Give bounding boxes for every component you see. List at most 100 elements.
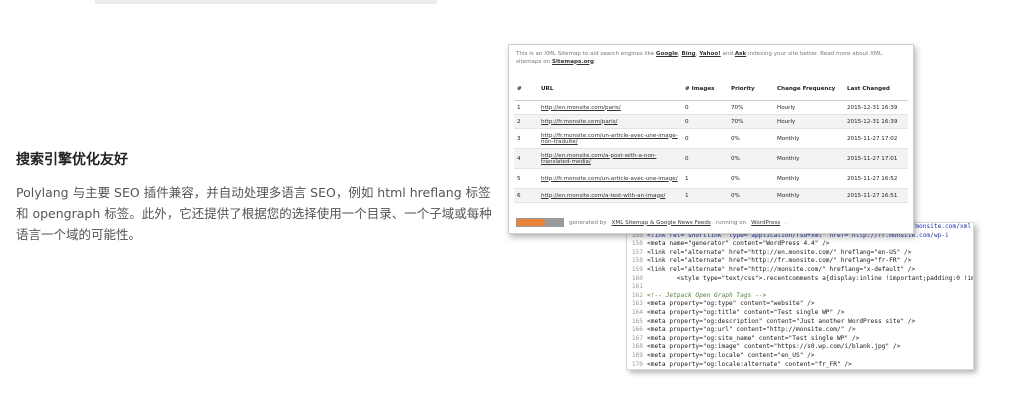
col-images: # Images [682,78,728,101]
code-text: <meta property="og:url" content="http://… [647,326,856,334]
ask-link[interactable]: Ask [735,51,746,57]
code-text: <link rel="alternate" href="http://fr.mo… [647,257,912,265]
cell-frequency: Hourly [774,114,844,129]
intro-text: This is an XML Sitemap to aid search eng… [516,51,655,57]
xml-sitemap-screenshot: This is an XML Sitemap to aid search eng… [508,44,914,234]
cell-frequency: Monthly [774,188,844,203]
line-number: 166 [631,326,643,334]
cell-url[interactable]: http://fr.monsite.com/paris/ [538,114,682,129]
table-row: 3 http://fr.monsite.com/un-article-avec-u… [514,128,908,149]
footer-generated-by: generated by [569,219,607,226]
cell-url[interactable]: http://en.monsite.com/a-post-with-a-non-… [538,148,682,169]
code-line: 169 <meta property="og:locale" content="e… [627,352,973,361]
cell-num: 3 [514,128,538,149]
table-row: 6 http://en.monsite.com/a-test-with-an-im… [514,188,908,203]
yahoo-link[interactable]: Yahoo! [699,51,721,57]
cell-priority: 0% [728,128,774,149]
cell-url[interactable]: http://en.monsite.com/paris/ [538,100,682,115]
code-text: <link rel="alternate" href="http://en.mo… [647,248,912,256]
line-number: 171 [627,369,643,370]
line-number: 164 [631,308,643,316]
cell-images: 0 [682,114,728,129]
line-number: 170 [631,360,643,368]
cell-priority: 70% [728,114,774,129]
code-line: 171 <style type="text/css">#wpadminbar ul… [627,369,973,370]
code-line: 166 <meta property="og:url" content="http… [627,326,973,335]
cell-last-changed: 2015-11-27 17:02 [844,128,908,149]
cell-images: 0 [682,100,728,115]
cell-url[interactable]: http://en.monsite.com/a-test-with-an-ima… [538,188,682,203]
cell-num: 1 [514,100,538,115]
sitemaps-org-link[interactable]: Sitemaps.org [552,59,594,65]
cell-images: 0 [682,148,728,169]
line-number: 163 [631,300,643,308]
col-num: # [514,78,538,101]
code-text: <meta property="og:site_name" content="T… [647,334,860,342]
cell-url[interactable]: http://fr.monsite.com/un-article-avec-un… [538,128,682,149]
cell-priority: 0% [728,168,774,189]
code-text: <meta name="generator" content="WordPres… [647,240,830,248]
top-divider-bar [95,0,437,4]
feature-description: Polylang 与主要 SEO 插件兼容，并自动处理多语言 SEO，例如 ht… [16,185,492,242]
code-line: 158 <link rel="alternate" href="http://fr… [627,257,973,266]
sitemap-table: # URL # Images Priority Change Frequency… [514,78,908,203]
cell-num: 5 [514,168,538,189]
cell-num: 4 [514,148,538,169]
code-text: <meta property="og:locale" content="en_U… [647,351,815,359]
cell-frequency: Monthly [774,168,844,189]
bing-link[interactable]: Bing [681,51,695,57]
cell-images: 1 [682,168,728,189]
code-line: 164 <meta property="og:title" content="Te… [627,309,973,318]
cell-num: 2 [514,114,538,129]
table-row: 2 http://fr.monsite.com/paris/0 70% Hourly 2… [514,114,908,129]
code-line: 163 <meta property="og:type" content="web… [627,300,973,309]
code-text: <meta property="og:locale:alternate" con… [647,360,852,368]
cell-images: 1 [682,188,728,203]
cell-frequency: Hourly [774,100,844,115]
xml-sitemap-badge-icon [516,218,564,227]
wordpress-link[interactable]: WordPress [751,220,780,226]
code-text: <meta property="og:image" content="https… [647,343,901,351]
code-text: <!-- Jetpack Open Graph Tags --> [647,291,767,299]
code-text: <style type="text/css">.recentcomments a… [647,274,974,282]
code-text: <link rel="alternate" href="http://monsi… [647,265,916,273]
line-number: 162 [631,291,643,299]
table-row: 5 http://fr.monsite.com/un-article-avec-u… [514,168,908,189]
cell-priority: 0% [728,188,774,203]
col-url: URL [538,78,682,101]
line-number: 160 [631,274,643,282]
cell-url[interactable]: http://fr.monsite.com/un-article-avec-un… [538,168,682,189]
col-frequency: Change Frequency [774,78,844,101]
sitemap-footer: generated by XML Sitemap & Google News F… [516,218,787,227]
code-line: 159 <link rel="alternate" href="http://mo… [627,266,973,275]
cell-last-changed: 2015-12-31 16:39 [844,114,908,129]
code-line: 168 <meta property="og:image" content="ht… [627,343,973,352]
col-last-changed: Last Changed [844,78,908,101]
feature-title: 搜索引擎优化友好 [16,152,128,168]
table-row: 1 http://en.monsite.com/paris/0 70% Hourly 2… [514,100,908,115]
line-number: 157 [631,248,643,256]
code-line: 161 [627,283,973,292]
cell-last-changed: 2015-11-27 17:01 [844,148,908,169]
line-number: 161 [631,283,643,291]
col-priority: Priority [728,78,774,101]
line-number: 159 [631,265,643,273]
code-line: 156 <meta name="generator" content="WordP… [627,240,973,249]
cell-last-changed: 2015-12-31 16:39 [844,100,908,115]
cell-last-changed: 2015-11-27 16:51 [844,188,908,203]
footer-running-on: running on [715,219,747,226]
code-text: <meta property="og:type" content="websit… [647,300,815,308]
cell-priority: 0% [728,148,774,169]
code-line: 160 <style type="text/css">.recentcommen… [627,275,973,284]
code-text: <style type="text/css">#wpadminbar ul li… [647,369,974,370]
source-code-screenshot: <link rel="wlwmanifest" type="applicatio… [626,222,974,370]
line-number: 167 [631,334,643,342]
table-row: 4 http://en.monsite.com/a-post-with-a-non… [514,148,908,169]
code-line: 170 <meta property="og:locale:alternate" … [627,361,973,370]
code-line: 167 <meta property="og:site_name" content… [627,335,973,344]
google-link[interactable]: Google [656,51,678,57]
plugin-link[interactable]: XML Sitemap & Google News Feeds [612,220,711,226]
line-number: 156 [631,240,643,248]
code-line: 162 <!-- Jetpack Open Graph Tags --> [627,292,973,301]
cell-frequency: Monthly [774,148,844,169]
